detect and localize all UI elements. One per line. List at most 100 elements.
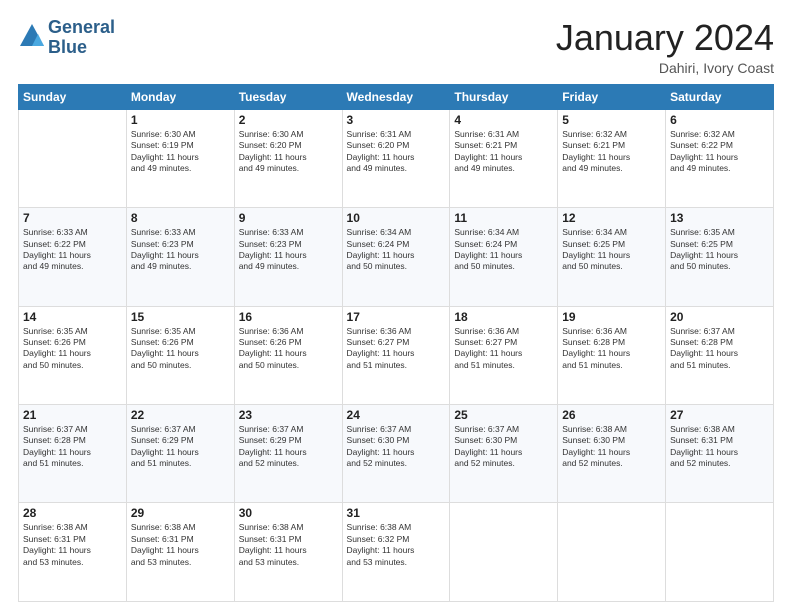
- location: Dahiri, Ivory Coast: [556, 60, 774, 76]
- calendar-cell: 3 Sunrise: 6:31 AMSunset: 6:20 PMDaylight…: [342, 109, 450, 207]
- cell-info: Sunrise: 6:35 AMSunset: 6:26 PMDaylight:…: [23, 326, 122, 372]
- calendar-cell: 13Sunrise: 6:35 AMSunset: 6:25 PMDayligh…: [666, 208, 774, 306]
- calendar-cell: 16 Sunrise: 6:36 AMSunset: 6:26 PMDayligh…: [234, 306, 342, 404]
- cell-info: Sunrise: 6:31 AMSunset: 6:20 PMDaylight:…: [347, 129, 446, 175]
- calendar-cell: 9 Sunrise: 6:33 AMSunset: 6:23 PMDaylight…: [234, 208, 342, 306]
- calendar-cell: 30Sunrise: 6:38 AMSunset: 6:31 PMDayligh…: [234, 503, 342, 602]
- calendar-cell: 27 Sunrise: 6:38 AMSunset: 6:31 PMDayligh…: [666, 405, 774, 503]
- cell-info: Sunrise: 6:36 AMSunset: 6:26 PMDaylight:…: [239, 326, 338, 372]
- cell-info: Sunrise: 6:36 AMSunset: 6:27 PMDaylight:…: [347, 326, 446, 372]
- calendar-cell: [450, 503, 558, 602]
- page: General Blue January 2024 Dahiri, Ivory …: [0, 0, 792, 612]
- calendar-cell: 4 Sunrise: 6:31 AMSunset: 6:21 PMDaylight…: [450, 109, 558, 207]
- day-number: 6: [670, 113, 769, 127]
- col-header-friday: Friday: [558, 84, 666, 109]
- col-header-wednesday: Wednesday: [342, 84, 450, 109]
- calendar-cell: 31 Sunrise: 6:38 AMSunset: 6:32 PMDayligh…: [342, 503, 450, 602]
- cell-info: Sunrise: 6:38 AMSunset: 6:31 PMDaylight:…: [239, 522, 338, 568]
- calendar-cell: 18Sunrise: 6:36 AMSunset: 6:27 PMDayligh…: [450, 306, 558, 404]
- day-number: 7: [23, 211, 122, 225]
- month-title: January 2024: [556, 18, 774, 58]
- cell-info: Sunrise: 6:38 AMSunset: 6:31 PMDaylight:…: [131, 522, 230, 568]
- calendar-cell: 15Sunrise: 6:35 AMSunset: 6:26 PMDayligh…: [126, 306, 234, 404]
- day-number: 8: [131, 211, 230, 225]
- calendar-cell: 14 Sunrise: 6:35 AMSunset: 6:26 PMDayligh…: [19, 306, 127, 404]
- day-number: 14: [23, 310, 122, 324]
- cell-info: Sunrise: 6:31 AMSunset: 6:21 PMDaylight:…: [454, 129, 553, 175]
- logo-line1: General: [48, 18, 115, 38]
- day-number: 5: [562, 113, 661, 127]
- calendar-cell: 20 Sunrise: 6:37 AMSunset: 6:28 PMDayligh…: [666, 306, 774, 404]
- cell-info: Sunrise: 6:37 AMSunset: 6:30 PMDaylight:…: [347, 424, 446, 470]
- calendar-week-4: 28Sunrise: 6:38 AMSunset: 6:31 PMDayligh…: [19, 503, 774, 602]
- calendar-week-3: 21Sunrise: 6:37 AMSunset: 6:28 PMDayligh…: [19, 405, 774, 503]
- col-header-thursday: Thursday: [450, 84, 558, 109]
- day-number: 12: [562, 211, 661, 225]
- calendar-cell: 8 Sunrise: 6:33 AMSunset: 6:23 PMDaylight…: [126, 208, 234, 306]
- calendar-cell: 10Sunrise: 6:34 AMSunset: 6:24 PMDayligh…: [342, 208, 450, 306]
- header: General Blue January 2024 Dahiri, Ivory …: [18, 18, 774, 76]
- cell-info: Sunrise: 6:37 AMSunset: 6:28 PMDaylight:…: [670, 326, 769, 372]
- day-number: 3: [347, 113, 446, 127]
- day-number: 10: [347, 211, 446, 225]
- cell-info: Sunrise: 6:38 AMSunset: 6:31 PMDaylight:…: [23, 522, 122, 568]
- cell-info: Sunrise: 6:38 AMSunset: 6:31 PMDaylight:…: [670, 424, 769, 470]
- logo-text: General Blue: [48, 18, 115, 58]
- day-number: 18: [454, 310, 553, 324]
- cell-info: Sunrise: 6:33 AMSunset: 6:23 PMDaylight:…: [239, 227, 338, 273]
- calendar-cell: 23 Sunrise: 6:37 AMSunset: 6:29 PMDayligh…: [234, 405, 342, 503]
- calendar-week-0: 1Sunrise: 6:30 AMSunset: 6:19 PMDaylight…: [19, 109, 774, 207]
- day-number: 11: [454, 211, 553, 225]
- cell-info: Sunrise: 6:37 AMSunset: 6:30 PMDaylight:…: [454, 424, 553, 470]
- day-number: 23: [239, 408, 338, 422]
- calendar-cell: 2 Sunrise: 6:30 AMSunset: 6:20 PMDaylight…: [234, 109, 342, 207]
- col-header-monday: Monday: [126, 84, 234, 109]
- day-number: 15: [131, 310, 230, 324]
- cell-info: Sunrise: 6:33 AMSunset: 6:22 PMDaylight:…: [23, 227, 122, 273]
- day-number: 22: [131, 408, 230, 422]
- calendar-cell: 21Sunrise: 6:37 AMSunset: 6:28 PMDayligh…: [19, 405, 127, 503]
- day-number: 16: [239, 310, 338, 324]
- calendar-cell: 24 Sunrise: 6:37 AMSunset: 6:30 PMDayligh…: [342, 405, 450, 503]
- calendar-cell: 6 Sunrise: 6:32 AMSunset: 6:22 PMDaylight…: [666, 109, 774, 207]
- day-number: 1: [131, 113, 230, 127]
- logo-icon: [18, 22, 46, 50]
- cell-info: Sunrise: 6:35 AMSunset: 6:25 PMDaylight:…: [670, 227, 769, 273]
- calendar-cell: 7 Sunrise: 6:33 AMSunset: 6:22 PMDaylight…: [19, 208, 127, 306]
- cell-info: Sunrise: 6:34 AMSunset: 6:24 PMDaylight:…: [454, 227, 553, 273]
- col-header-saturday: Saturday: [666, 84, 774, 109]
- day-number: 9: [239, 211, 338, 225]
- col-header-tuesday: Tuesday: [234, 84, 342, 109]
- calendar-cell: 22Sunrise: 6:37 AMSunset: 6:29 PMDayligh…: [126, 405, 234, 503]
- calendar-table: SundayMondayTuesdayWednesdayThursdayFrid…: [18, 84, 774, 602]
- col-header-sunday: Sunday: [19, 84, 127, 109]
- calendar-cell: 17 Sunrise: 6:36 AMSunset: 6:27 PMDayligh…: [342, 306, 450, 404]
- day-number: 4: [454, 113, 553, 127]
- calendar-cell: 26 Sunrise: 6:38 AMSunset: 6:30 PMDayligh…: [558, 405, 666, 503]
- calendar-week-2: 14 Sunrise: 6:35 AMSunset: 6:26 PMDayligh…: [19, 306, 774, 404]
- calendar-cell: 28Sunrise: 6:38 AMSunset: 6:31 PMDayligh…: [19, 503, 127, 602]
- calendar-cell: 29Sunrise: 6:38 AMSunset: 6:31 PMDayligh…: [126, 503, 234, 602]
- cell-info: Sunrise: 6:37 AMSunset: 6:28 PMDaylight:…: [23, 424, 122, 470]
- day-number: 27: [670, 408, 769, 422]
- calendar-cell: [19, 109, 127, 207]
- title-block: January 2024 Dahiri, Ivory Coast: [556, 18, 774, 76]
- day-number: 25: [454, 408, 553, 422]
- cell-info: Sunrise: 6:30 AMSunset: 6:20 PMDaylight:…: [239, 129, 338, 175]
- cell-info: Sunrise: 6:38 AMSunset: 6:30 PMDaylight:…: [562, 424, 661, 470]
- calendar-cell: 1Sunrise: 6:30 AMSunset: 6:19 PMDaylight…: [126, 109, 234, 207]
- day-number: 31: [347, 506, 446, 520]
- calendar-cell: 19Sunrise: 6:36 AMSunset: 6:28 PMDayligh…: [558, 306, 666, 404]
- day-number: 24: [347, 408, 446, 422]
- day-number: 17: [347, 310, 446, 324]
- day-number: 20: [670, 310, 769, 324]
- day-number: 26: [562, 408, 661, 422]
- cell-info: Sunrise: 6:32 AMSunset: 6:22 PMDaylight:…: [670, 129, 769, 175]
- calendar-week-1: 7 Sunrise: 6:33 AMSunset: 6:22 PMDaylight…: [19, 208, 774, 306]
- logo-line2: Blue: [48, 38, 115, 58]
- day-number: 2: [239, 113, 338, 127]
- calendar-cell: 12Sunrise: 6:34 AMSunset: 6:25 PMDayligh…: [558, 208, 666, 306]
- cell-info: Sunrise: 6:38 AMSunset: 6:32 PMDaylight:…: [347, 522, 446, 568]
- cell-info: Sunrise: 6:33 AMSunset: 6:23 PMDaylight:…: [131, 227, 230, 273]
- cell-info: Sunrise: 6:37 AMSunset: 6:29 PMDaylight:…: [239, 424, 338, 470]
